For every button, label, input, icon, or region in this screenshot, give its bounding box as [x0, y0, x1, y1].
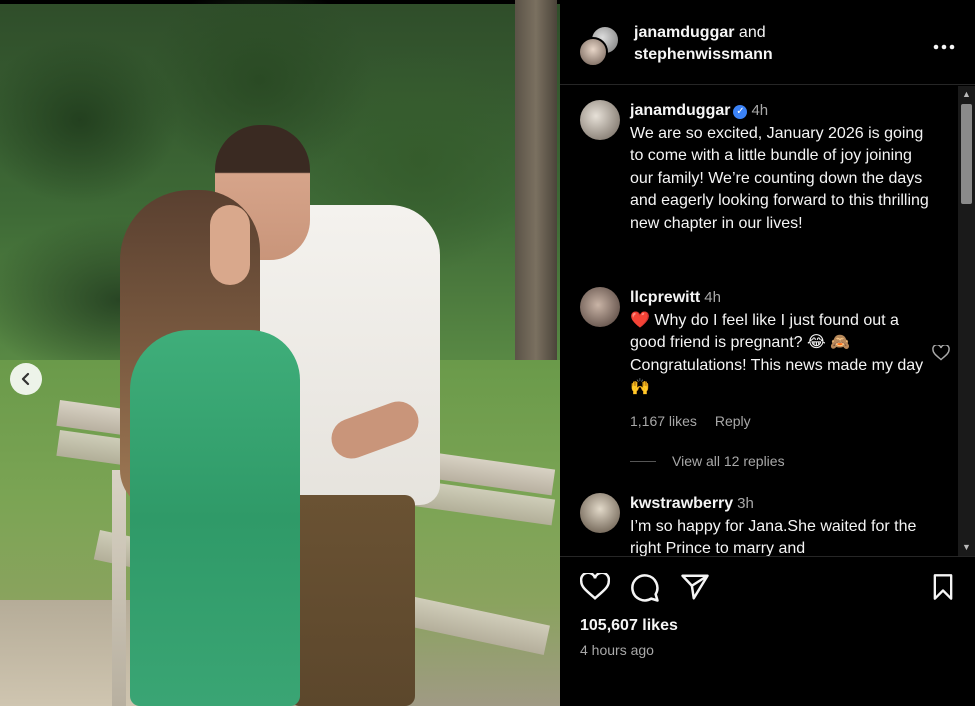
post-side-panel: janamduggar and stephenwissmann janamdug… [560, 0, 975, 706]
comments-list[interactable]: janamduggar ✓ 4h We are so excited, Januar… [560, 86, 960, 556]
avatar[interactable] [580, 100, 620, 140]
avatar[interactable] [580, 287, 620, 327]
comment-text: I’m so happy for Jana.She waited for the… [630, 517, 917, 557]
post-actions: 105,607 likes 4 hours ago [560, 556, 975, 706]
avatar [578, 37, 608, 67]
scroll-down-icon[interactable]: ▼ [958, 539, 975, 556]
bookmark-icon[interactable] [930, 573, 962, 605]
comment-body: kwstrawberry 3h I’m so happy for Jana.She… [630, 493, 930, 556]
view-replies-label: View all 12 replies [672, 453, 785, 469]
comment-meta: 1,167 likes Reply [630, 410, 930, 433]
comment-username[interactable]: llcprewitt [630, 289, 700, 306]
post-header: janamduggar and stephenwissmann [560, 0, 975, 85]
comment-text: ❤️ Why do I feel like I just found out a… [630, 311, 924, 397]
divider [630, 460, 656, 462]
comment-time: 3h [737, 495, 754, 512]
avatar[interactable] [580, 493, 620, 533]
post-timestamp: 4 hours ago [580, 642, 654, 658]
scroll-up-icon[interactable]: ▲ [958, 86, 975, 103]
comment-time: 4h [704, 289, 721, 306]
comment-username[interactable]: kwstrawberry [630, 495, 733, 512]
header-and: and [738, 24, 766, 41]
scrollbar-thumb[interactable] [961, 104, 972, 204]
reply-button[interactable]: Reply [715, 413, 751, 429]
comments-scrollbar[interactable]: ▲ ▼ [958, 86, 975, 556]
photo-man-pants [290, 495, 415, 706]
more-options-icon[interactable] [933, 30, 955, 56]
heart-icon[interactable] [579, 571, 612, 605]
collab-names: janamduggar and stephenwissmann [634, 22, 773, 66]
comment-body: llcprewitt 4h ❤️ Why do I feel like I jus… [630, 287, 930, 432]
heart-icon[interactable] [932, 344, 950, 366]
caption-username[interactable]: janamduggar [630, 102, 730, 119]
likes-count[interactable]: 105,607 likes [580, 617, 678, 635]
caption-text: We are so excited, January 2026 is going… [630, 124, 929, 232]
comment-icon[interactable] [630, 573, 662, 605]
caption-body: janamduggar ✓ 4h We are so excited, Januar… [630, 100, 930, 235]
chevron-left-icon[interactable] [10, 363, 42, 395]
post-photo [0, 0, 560, 706]
comment-likes[interactable]: 1,167 likes [630, 413, 697, 429]
photo-woman-dress [130, 330, 300, 706]
caption-time: 4h [751, 102, 769, 119]
header-username-2[interactable]: stephenwissmann [634, 46, 773, 63]
verified-icon: ✓ [733, 105, 748, 119]
photo-fence-post [112, 470, 126, 706]
photo-woman-face [210, 205, 250, 285]
send-icon[interactable] [680, 573, 712, 605]
photo-tree-trunk [515, 0, 557, 400]
header-username-1[interactable]: janamduggar [634, 24, 734, 41]
collab-avatars[interactable] [578, 25, 620, 67]
view-replies-button[interactable]: View all 12 replies [630, 453, 785, 469]
